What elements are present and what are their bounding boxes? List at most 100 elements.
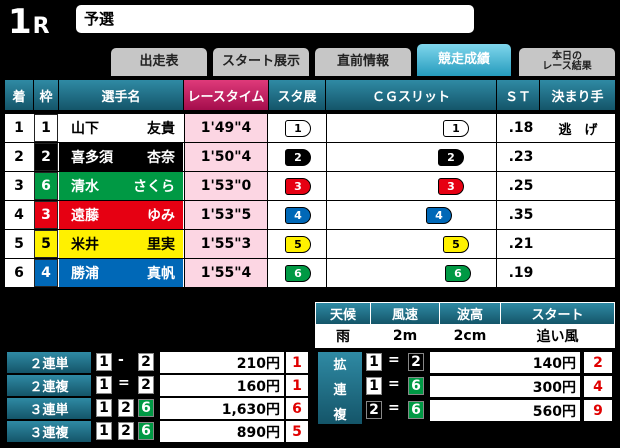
boat-number: 1 [96,376,112,394]
weather-value: 雨 [336,329,350,345]
wind-value: 2m [392,328,418,344]
boat-number: 2 [138,353,154,371]
waku-number: 1 [34,114,58,142]
column-divider [496,172,497,200]
popularity-rank: 4 [584,376,612,397]
racer-name: 清水 さくら [59,172,183,200]
result-rank: 2 [14,149,24,165]
col-waku-header: 枠 [34,80,58,110]
boat-icon: 3 [438,177,464,195]
start-wind-value: 追い風 [536,329,579,345]
popularity-rank: 2 [584,352,612,373]
start-timing: .21 [508,236,534,252]
tab-start-exhibition[interactable]: スタート展示 [213,48,309,76]
result-rank: 4 [14,207,24,223]
racer-name: 遠藤 ゆみ [59,201,183,229]
race-time: 1'53"0 [184,172,268,200]
cg-slit-boat-icon: 1 [441,114,471,142]
boat-icon: 4 [426,206,452,224]
boat-icon: 1 [443,119,469,137]
race-time: 1'49"4 [184,114,268,142]
boat-number: 1 [96,422,112,440]
cg-slit-boat-icon: 3 [436,172,466,200]
col-time-header: レースタイム [184,80,268,110]
st-exhibition-boat-icon: 1 [283,114,313,142]
kimarite [541,143,615,171]
racer-last-name: 遠藤 [71,208,99,224]
boat-number: 1 [96,399,112,417]
tab-race-results[interactable]: 競走成績 [417,44,511,76]
st-exhibition-boat-icon: 4 [283,201,313,229]
tab-entry-list[interactable]: 出走表 [111,48,207,76]
bet-type-label: ２連単 [7,352,91,373]
race-number: 1R [8,2,51,42]
kimarite [541,201,615,229]
racer-first-name: さくら [133,179,175,195]
tab-pre-race-info[interactable]: 直前情報 [315,48,411,76]
racer-name: 勝浦 真帆 [59,259,183,287]
waku-number: 6 [34,172,58,200]
popularity-rank: 6 [286,398,308,419]
result-rank: 6 [14,265,24,281]
racer-first-name: 友貴 [147,121,175,137]
popularity-rank: 9 [584,400,612,421]
payout-amount: 210円 [160,352,284,373]
column-divider [326,114,327,142]
racer-first-name: ゆみ [147,208,175,224]
start-timing: .19 [508,265,534,281]
col-cg-slit-header: ＣＧスリット [326,80,496,110]
racer-name: 喜多須 杏奈 [59,143,183,171]
racer-name: 山下 友貴 [59,114,183,142]
payout-amount: 140円 [430,352,580,373]
combination-separator: = [388,376,400,392]
boat-number: 2 [118,399,134,417]
column-divider [326,143,327,171]
race-time: 1'50"4 [184,143,268,171]
col-st-exhibition-header: スタ展 [269,80,325,110]
st-exhibition-boat-icon: 5 [283,230,313,258]
result-row: 2 2 喜多須 杏奈 1'50"4 2 2.23 [5,143,615,171]
start-timing: .18 [508,120,534,136]
popularity-rank: 1 [286,375,308,396]
result-row: 1 1 山下 友貴 1'49"4 1 1.18 逃 げ [5,114,615,142]
racer-first-name: 里実 [147,237,175,253]
payout-amount: 300円 [430,376,580,397]
start-timing: .23 [508,149,534,165]
column-divider [326,201,327,229]
tab-today-results[interactable]: 本日の レース結果 [519,48,615,76]
column-divider [326,172,327,200]
col-kimarite-header: 決まり手 [540,80,615,110]
boat-number: 1 [366,377,382,395]
racer-last-name: 米井 [71,237,99,253]
combination-separator: = [388,352,400,368]
column-divider [496,201,497,229]
column-divider [326,230,327,258]
boat-icon: 5 [443,235,469,253]
cg-slit-boat-icon: 4 [424,201,454,229]
cg-slit-boat-icon: 6 [443,259,473,287]
tab-today-results-line2: レース結果 [542,61,592,72]
column-divider [496,143,497,171]
bet-type-label: ２連複 [7,375,91,396]
cg-slit-boat-icon: 2 [436,143,466,171]
payout-amount: 560円 [430,400,580,421]
payout-amount: 1,630円 [160,398,284,419]
col-st-header: ＳＴ [497,80,539,110]
boat-icon: 4 [285,206,311,224]
racer-last-name: 喜多須 [71,150,113,166]
quinella-place-label-char: 拡 [333,357,347,373]
racer-last-name: 勝浦 [71,266,99,282]
combination-separator: = [118,375,130,391]
st-exhibition-boat-icon: 6 [283,259,313,287]
column-divider [496,230,497,258]
boat-number: 6 [138,422,154,440]
waku-number: 4 [34,259,58,287]
race-name: 予選 [76,5,474,33]
column-divider [496,114,497,142]
cg-slit-boat-icon: 5 [441,230,471,258]
bet-type-label: ３連単 [7,398,91,419]
boat-icon: 3 [285,177,311,195]
racer-last-name: 清水 [71,179,99,195]
waku-number: 2 [34,143,58,171]
quinella-place-label-char: 連 [333,382,347,398]
